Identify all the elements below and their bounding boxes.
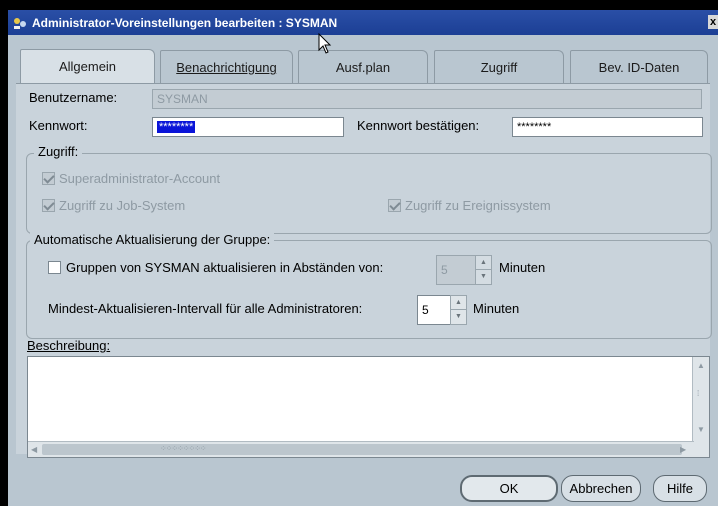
password-label: Kennwort:	[29, 118, 88, 133]
username-field: SYSMAN	[152, 89, 702, 109]
min-interval-label: Mindest-Aktualisieren-Intervall für alle…	[48, 301, 363, 316]
dialog-window: Administrator-Voreinstellungen bearbeite…	[8, 10, 718, 506]
horizontal-scrollbar[interactable]: ◀ ⁘⁘⁘⁘⁘⁘⁘⁘ ▶	[28, 441, 694, 457]
event-system-label: Zugriff zu Ereignissystem	[405, 198, 551, 213]
window-title: Administrator-Voreinstellungen bearbeite…	[32, 15, 338, 30]
groups-interval-unit: Minuten	[499, 260, 546, 275]
tab-label: Zugriff	[480, 59, 518, 75]
groups-interval-stepper[interactable]: ▲ ▼	[475, 255, 492, 285]
scroll-up-icon[interactable]: ▲	[697, 361, 705, 370]
job-system-checkbox[interactable]	[42, 199, 55, 212]
chevron-up-icon[interactable]: ▲	[476, 256, 491, 270]
ok-button[interactable]: OK	[460, 475, 558, 502]
min-interval-unit: Minuten	[473, 301, 520, 316]
tab-benachrichtigung[interactable]: Benachrichtigung	[160, 50, 293, 83]
chevron-down-icon[interactable]: ▼	[476, 270, 491, 284]
auto-update-group	[26, 240, 712, 339]
description-textarea[interactable]: ▲ ⁞ ▼ ◀ ⁘⁘⁘⁘⁘⁘⁘⁘ ▶	[27, 356, 710, 458]
groups-interval-input[interactable]: 5	[436, 255, 476, 285]
tab-label: Benachrichtigung	[176, 59, 277, 75]
username-label: Benutzername:	[29, 90, 118, 105]
mouse-cursor-icon	[318, 33, 332, 54]
scroll-left-icon[interactable]: ◀	[31, 445, 37, 454]
help-button[interactable]: Hilfe	[653, 475, 707, 502]
description-label: Beschreibung:	[27, 338, 111, 353]
tab-bev-id-daten[interactable]: Bev. ID-Daten	[570, 50, 708, 83]
min-interval-stepper[interactable]: ▲ ▼	[450, 295, 467, 325]
title-bar[interactable]: Administrator-Voreinstellungen bearbeite…	[8, 10, 718, 35]
cancel-button[interactable]: Abbrechen	[561, 475, 641, 502]
groups-update-checkbox[interactable]	[48, 261, 61, 274]
access-group	[26, 153, 712, 234]
tab-label: Ausf.plan	[335, 59, 391, 75]
auto-update-group-title: Automatische Aktualisierung der Gruppe:	[30, 232, 275, 247]
job-system-label: Zugriff zu Job-System	[59, 198, 186, 213]
scroll-right-icon[interactable]: ▶	[680, 445, 686, 454]
access-group-title: Zugriff:	[34, 144, 83, 159]
horizontal-scroll-thumb[interactable]: ⁘⁘⁘⁘⁘⁘⁘⁘	[42, 444, 682, 455]
password-value: ********	[157, 121, 196, 133]
tab-label: Allgemein	[58, 59, 117, 74]
password-field[interactable]: ********	[152, 117, 344, 137]
scroll-grip-icon: ⁞	[697, 389, 700, 398]
tab-zugriff[interactable]: Zugriff	[434, 50, 564, 83]
confirm-password-field[interactable]: ********	[512, 117, 703, 137]
chevron-down-icon[interactable]: ▼	[451, 310, 466, 324]
tab-label: Bev. ID-Daten	[598, 59, 680, 75]
vertical-scrollbar[interactable]: ▲ ⁞ ▼	[692, 357, 709, 457]
chevron-up-icon[interactable]: ▲	[451, 296, 466, 310]
groups-update-label: Gruppen von SYSMAN aktualisieren in Abst…	[66, 260, 384, 275]
app-icon	[12, 16, 28, 30]
tab-allgemein[interactable]: Allgemein	[20, 49, 155, 83]
superadmin-label: Superadministrator-Account	[59, 171, 221, 186]
close-button[interactable]: x	[708, 15, 718, 29]
min-interval-input[interactable]: 5	[417, 295, 451, 325]
event-system-checkbox[interactable]	[388, 199, 401, 212]
scroll-grip-icon: ⁘⁘⁘⁘⁘⁘⁘⁘	[160, 444, 207, 453]
confirm-password-label: Kennwort bestätigen:	[357, 118, 480, 133]
superadmin-checkbox[interactable]	[42, 172, 55, 185]
scroll-down-icon[interactable]: ▼	[697, 425, 705, 434]
